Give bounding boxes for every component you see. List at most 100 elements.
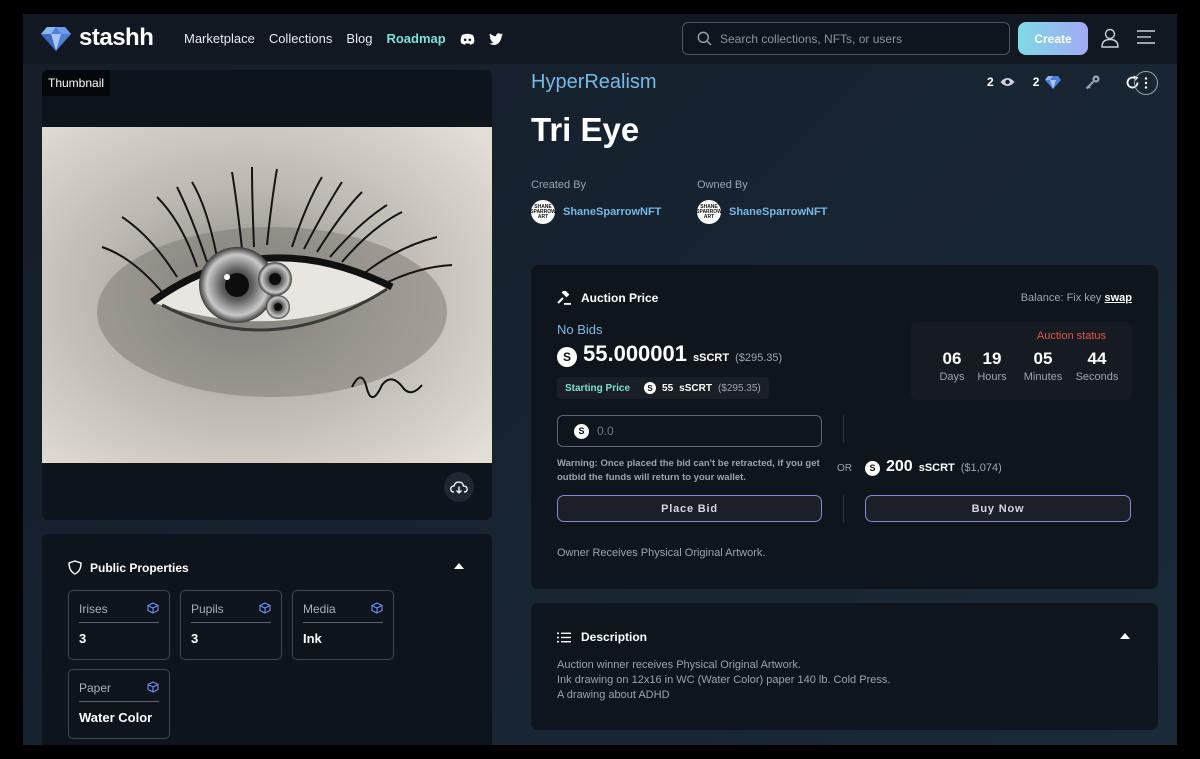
owner-link[interactable]: SHANE SPARROW ART ShaneSparrowNFT: [696, 200, 827, 224]
hamburger-menu-icon[interactable]: [1137, 30, 1155, 44]
starting-price-unit: sSCRT: [679, 382, 712, 394]
buy-price-unit: sSCRT: [918, 462, 955, 474]
scrt-coin-icon: S: [644, 382, 657, 394]
creator-name: ShaneSparrowNFT: [563, 206, 662, 218]
collapse-description-icon[interactable]: [1120, 633, 1130, 639]
create-button[interactable]: Create: [1018, 22, 1088, 55]
scrt-coin-icon: S: [557, 347, 577, 367]
auction-status-label: Auction status: [1036, 330, 1106, 342]
property-value: Ink: [303, 631, 322, 646]
likes-count: 2: [1032, 75, 1040, 89]
property-name: Irises: [79, 602, 108, 616]
divider: [303, 622, 383, 623]
buy-now-price: S 200 sSCRT ($1,074): [865, 458, 1002, 476]
nav-blog[interactable]: Blog: [346, 31, 372, 46]
nft-title: Tri Eye: [531, 111, 640, 148]
search-input[interactable]: [720, 31, 1000, 46]
main-nav: Marketplace Collections Blog Roadmap: [184, 31, 503, 46]
starting-price-value: 55: [662, 382, 674, 394]
bid-amount-field[interactable]: S: [557, 415, 822, 447]
description-title: Description: [581, 630, 648, 644]
cube-icon: [147, 602, 159, 614]
nav-marketplace[interactable]: Marketplace: [184, 31, 255, 46]
or-label: OR: [837, 463, 852, 474]
price-value: 55.000001: [583, 341, 687, 366]
key-icon[interactable]: [1085, 74, 1101, 90]
cloud-download-icon: [450, 480, 468, 494]
auction-card: Auction Price Balance: Fix key swap No B…: [531, 265, 1158, 589]
brand-logo[interactable]: stashh: [41, 24, 154, 52]
collection-link[interactable]: HyperRealism: [531, 71, 657, 94]
buy-now-button[interactable]: Buy Now: [865, 495, 1131, 522]
description-line: Ink drawing on 12x16 in WC (Water Color)…: [557, 674, 891, 686]
property-name: Paper: [79, 681, 112, 695]
price-unit: sSCRT: [693, 352, 730, 364]
download-button[interactable]: [444, 472, 474, 502]
auction-countdown: Auction status 06 Days 19 Hours 05 Minut…: [911, 322, 1132, 400]
media-card: Thumbnail: [42, 70, 492, 520]
nav-roadmap[interactable]: Roadmap: [386, 31, 445, 46]
divider: [79, 701, 159, 702]
divider: [191, 622, 271, 623]
property-name: Pupils: [191, 602, 224, 616]
nav-collections[interactable]: Collections: [269, 31, 333, 46]
top-nav-bar: stashh Marketplace Collections Blog Road…: [23, 14, 1177, 64]
nft-stats: 2 2: [987, 74, 1140, 90]
buy-price-value: 200: [886, 458, 913, 475]
properties-header[interactable]: Public Properties: [68, 560, 189, 575]
scrt-coin-icon: S: [865, 460, 880, 476]
artwork-image[interactable]: [42, 127, 492, 463]
owned-by-label: Owned By: [697, 179, 748, 191]
divider: [843, 495, 844, 522]
views-count: 2: [987, 75, 994, 89]
auction-title: Auction Price: [581, 291, 659, 305]
list-icon: [557, 632, 571, 642]
eye-icon: [1000, 78, 1015, 86]
description-body: Auction winner receives Physical Origina…: [557, 658, 890, 703]
countdown-value: 44: [1087, 349, 1107, 368]
twitter-icon[interactable]: [488, 32, 503, 45]
property-pupils: Pupils 3: [180, 590, 282, 660]
property-paper: Paper Water Color: [68, 669, 170, 739]
scrt-coin-icon: S: [574, 423, 589, 439]
description-line: A drawing about ADHD: [557, 689, 670, 701]
cube-icon: [147, 681, 159, 693]
thumbnail-label: Thumbnail: [42, 70, 111, 96]
property-media: Media Ink: [292, 590, 394, 660]
countdown-label: Hours: [977, 371, 1007, 383]
user-profile-icon[interactable]: [1101, 28, 1119, 48]
search-icon: [697, 31, 712, 46]
description-card: Description Auction winner receives Phys…: [531, 603, 1158, 730]
starting-price-usd: ($295.35): [717, 382, 761, 394]
swap-link[interactable]: swap: [1104, 292, 1132, 304]
bid-warning: Warning: Once placed the bid can't be re…: [557, 458, 820, 483]
balance-info: Balance: Fix key swap: [1021, 292, 1132, 304]
buy-price-usd: ($1,074): [960, 462, 1002, 474]
starting-price-label: Starting Price: [565, 382, 631, 394]
collapse-properties-icon[interactable]: [454, 563, 464, 569]
current-price: S 55.000001 sSCRT ($295.35): [557, 341, 782, 367]
app-window: stashh Marketplace Collections Blog Road…: [23, 14, 1177, 745]
public-properties-card: Public Properties Irises 3 Pupils 3 Medi…: [42, 534, 492, 745]
discord-icon[interactable]: [460, 33, 475, 45]
bid-amount-input[interactable]: [597, 424, 797, 438]
balance-value: Fix key: [1066, 292, 1102, 304]
countdown-label: Minutes: [1023, 371, 1063, 383]
countdown-label: Seconds: [1075, 371, 1119, 383]
shield-icon: [68, 560, 82, 575]
property-value: 3: [191, 631, 199, 646]
diamond-icon[interactable]: [1045, 75, 1062, 89]
description-header[interactable]: Description: [557, 630, 647, 644]
properties-title: Public Properties: [90, 560, 189, 575]
countdown-value: 19: [982, 349, 1002, 368]
countdown-hours: 19 Hours: [967, 349, 1017, 383]
bid-status: No Bids: [557, 322, 603, 337]
creator-link[interactable]: SHANE SPARROW ART ShaneSparrowNFT: [530, 200, 662, 224]
more-options-button[interactable]: [1134, 71, 1158, 95]
search-bar[interactable]: [682, 22, 1010, 55]
place-bid-button[interactable]: Place Bid: [557, 495, 822, 522]
starting-price-badge: Starting Price S 55 sSCRT ($295.35): [557, 377, 769, 399]
owner-note: Owner Receives Physical Original Artwork…: [557, 547, 766, 559]
more-vertical-icon: [1144, 77, 1148, 89]
cube-icon: [371, 602, 383, 614]
